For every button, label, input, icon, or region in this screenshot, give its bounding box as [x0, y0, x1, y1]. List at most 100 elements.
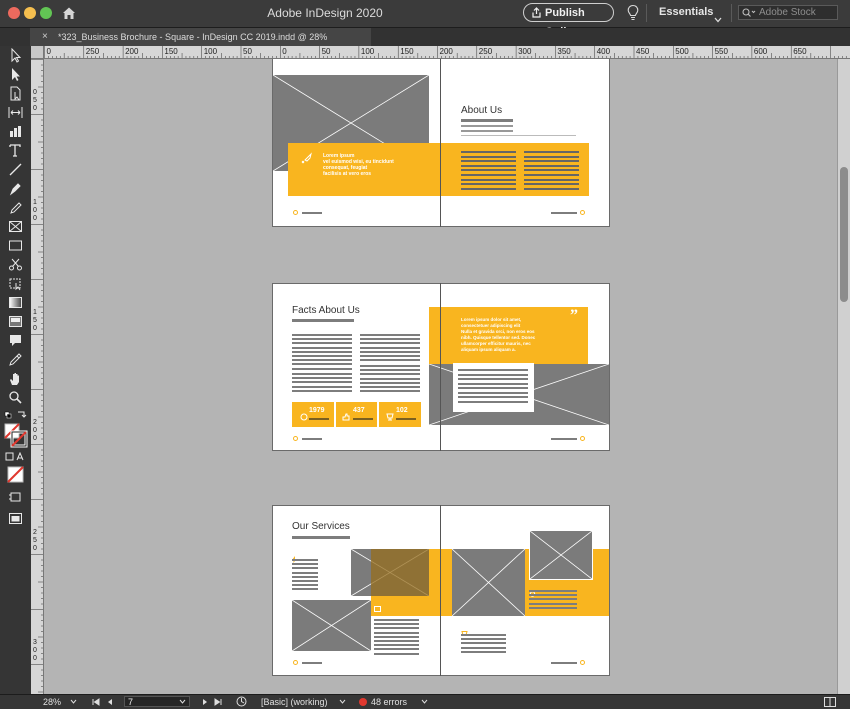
first-page-icon[interactable]	[92, 698, 100, 708]
ruler-label: 1	[33, 199, 37, 206]
text-line	[461, 634, 506, 636]
text-line	[292, 338, 352, 341]
ruler-label: 0	[282, 47, 287, 56]
content-collector-tool-icon[interactable]	[7, 124, 24, 139]
ruler-label: 5	[33, 537, 37, 544]
text-line	[292, 373, 352, 375]
text-line	[292, 363, 352, 366]
home-icon[interactable]	[61, 5, 77, 21]
gap-tool-icon[interactable]	[7, 105, 24, 120]
text-line	[461, 178, 516, 181]
document-tab[interactable]: × *323_Business Brochure - Square - InDe…	[30, 28, 371, 60]
text-line	[292, 584, 318, 587]
text-line	[461, 638, 506, 641]
ruler-label: 0	[47, 47, 52, 56]
yellow-band-text: Lorem ipsum vel euismod wisi, eu tincidu…	[323, 153, 394, 177]
our-services-heading[interactable]: Our Services	[292, 521, 350, 532]
text-line	[374, 623, 419, 626]
preflight-errors[interactable]: 48 errors	[371, 697, 407, 707]
ruler-label: 0	[33, 647, 37, 654]
chevron-down-icon[interactable]	[714, 10, 722, 28]
image-placeholder[interactable]	[452, 549, 525, 616]
text-line	[292, 588, 318, 591]
close-tab-icon[interactable]: ×	[42, 28, 48, 46]
preflight-profile[interactable]: [Basic] (working)	[261, 697, 328, 707]
text-line	[374, 648, 419, 651]
chevron-down-icon[interactable]	[421, 697, 428, 707]
text-line	[524, 160, 579, 163]
chevron-down-icon[interactable]	[339, 697, 346, 707]
scrollbar-thumb[interactable]	[840, 167, 848, 302]
image-placeholder[interactable]	[529, 530, 593, 580]
selection-tool-icon[interactable]	[7, 48, 24, 63]
chevron-down-icon[interactable]	[70, 697, 77, 707]
text-line	[292, 571, 318, 574]
hand-tool-icon[interactable]	[7, 371, 24, 386]
document-tab-bar: × *323_Business Brochure - Square - InDe…	[0, 28, 850, 60]
stat-label-line	[353, 418, 373, 420]
previous-page-icon[interactable]	[107, 698, 113, 708]
ruler-origin[interactable]	[31, 46, 44, 59]
formatting-affects-container-icon[interactable]	[4, 452, 28, 462]
last-page-icon[interactable]	[214, 698, 222, 708]
text-line	[529, 590, 577, 592]
workspace-switcher[interactable]: Essentials	[659, 6, 713, 18]
close-window-button[interactable]	[8, 7, 20, 19]
ruler-label: 250	[479, 47, 493, 56]
text-line	[292, 536, 350, 539]
rectangle-tool-icon[interactable]	[7, 238, 24, 253]
zoom-level[interactable]: 28%	[43, 697, 61, 707]
view-mode-icon[interactable]	[7, 490, 24, 505]
text-line	[374, 627, 419, 630]
text-line	[374, 619, 419, 621]
publish-online-button[interactable]: Publish Online	[523, 3, 614, 38]
panel-toggle-icon[interactable]	[824, 697, 836, 709]
ruler-label: 200	[125, 47, 139, 56]
page-number-field[interactable]: 7	[124, 696, 190, 707]
free-transform-tool-icon[interactable]	[7, 276, 24, 291]
stat-box[interactable]	[292, 402, 334, 427]
vertical-ruler[interactable]: 050100150200250300	[31, 59, 44, 694]
screen-mode-icon[interactable]	[7, 511, 24, 526]
text-line	[360, 381, 420, 384]
app-title: Adobe InDesign 2020	[267, 6, 383, 20]
stat-value: 1979	[309, 407, 325, 414]
open-page-icon[interactable]	[236, 696, 248, 709]
lightbulb-icon[interactable]	[627, 4, 639, 27]
vertical-scrollbar[interactable]	[837, 59, 850, 694]
pen-tool-icon[interactable]	[7, 181, 24, 196]
apply-none-icon[interactable]	[4, 466, 28, 484]
zoom-tool-icon[interactable]	[7, 390, 24, 405]
note-tool-icon[interactable]	[7, 333, 24, 348]
facts-about-us-heading[interactable]: Facts About Us	[292, 305, 360, 316]
minimize-window-button[interactable]	[24, 7, 36, 19]
about-us-heading[interactable]: About Us	[461, 105, 502, 116]
page-tool-icon[interactable]	[7, 86, 24, 101]
gradient-feather-tool-icon[interactable]	[7, 314, 24, 329]
gradient-swatch-tool-icon[interactable]	[7, 295, 24, 310]
next-page-icon[interactable]	[202, 698, 208, 708]
type-tool-icon[interactable]	[7, 143, 24, 158]
default-fill-stroke-icon[interactable]	[4, 410, 28, 420]
text-line	[461, 130, 513, 132]
scissors-tool-icon[interactable]	[7, 257, 24, 272]
text-line	[360, 373, 420, 376]
eyedropper-tool-icon[interactable]	[7, 352, 24, 367]
text-line	[524, 187, 579, 190]
text-line	[360, 377, 420, 380]
direct-selection-tool-icon[interactable]	[7, 67, 24, 82]
horizontal-ruler[interactable]: 0 250 200 150 100 50 0 50 100 150 200 250 300 350 400 4…	[44, 46, 850, 59]
pencil-tool-icon[interactable]	[7, 200, 24, 215]
text-line	[360, 390, 420, 393]
text-line	[292, 559, 318, 561]
rectangle-frame-tool-icon[interactable]	[7, 219, 24, 234]
spine	[440, 59, 441, 227]
text-line	[292, 389, 352, 392]
text-line	[461, 135, 576, 136]
image-placeholder[interactable]	[292, 600, 371, 651]
fill-stroke-swatch[interactable]	[4, 423, 28, 449]
adobe-stock-search-input[interactable]: Adobe Stock	[738, 5, 838, 20]
text-line	[360, 334, 420, 336]
zoom-window-button[interactable]	[40, 7, 52, 19]
line-tool-icon[interactable]	[7, 162, 24, 177]
